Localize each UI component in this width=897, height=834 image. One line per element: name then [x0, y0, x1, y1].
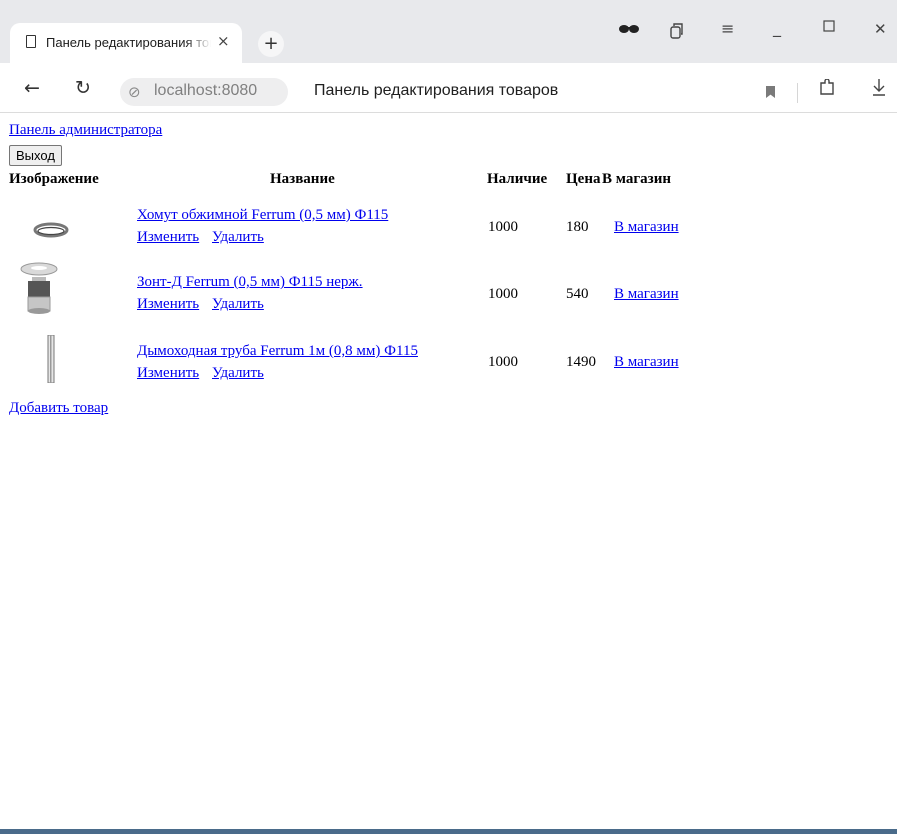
tabs-icon[interactable] — [669, 22, 685, 44]
minimize-icon[interactable]: _ — [773, 18, 781, 37]
product-name-link[interactable]: Дымоходная труба Ferrum 1м (0,8 мм) Ф115 — [137, 343, 418, 360]
admin-panel-link[interactable]: Панель администратора — [9, 122, 162, 139]
stock-value: 1000 — [488, 219, 518, 235]
page-content: Панель администратора Выход Изображение … — [0, 113, 897, 829]
edit-link[interactable]: Изменить — [137, 365, 199, 382]
stock-value: 1000 — [488, 354, 518, 370]
store-link[interactable]: В магазин — [614, 354, 679, 371]
window-bottom-border — [0, 829, 897, 834]
browser-tab[interactable]: Панель редактирования товаров × — [10, 23, 242, 63]
tab-title: Панель редактирования товаров — [46, 35, 211, 50]
column-header-store: В магазин — [602, 171, 671, 187]
delete-link[interactable]: Удалить — [212, 229, 264, 246]
site-info-icon[interactable]: ⊘ — [128, 83, 141, 101]
store-link[interactable]: В магазин — [614, 219, 679, 236]
delete-link[interactable]: Удалить — [212, 365, 264, 382]
reload-icon[interactable]: ↻ — [75, 77, 91, 99]
column-header-image: Изображение — [9, 171, 99, 187]
column-header-price: Цена — [566, 171, 601, 187]
extensions-icon[interactable] — [818, 78, 836, 102]
incognito-glasses-icon[interactable] — [618, 20, 640, 39]
document-icon — [26, 35, 36, 48]
download-icon[interactable] — [872, 78, 886, 101]
edit-link[interactable]: Изменить — [137, 296, 199, 313]
product-image-pipe — [46, 334, 56, 388]
url-field[interactable]: ⊘ localhost:8080 — [120, 78, 288, 106]
address-bar: ← ↻ ⊘ localhost:8080 Панель редактирован… — [0, 63, 897, 113]
product-image-clamp — [33, 221, 69, 244]
price-value: 1490 — [566, 354, 596, 370]
product-image-cap — [20, 261, 58, 324]
edit-link[interactable]: Изменить — [137, 229, 199, 246]
product-name-link[interactable]: Зонт-Д Ferrum (0,5 мм) Ф115 нерж. — [137, 274, 363, 291]
delete-link[interactable]: Удалить — [212, 296, 264, 313]
store-link[interactable]: В магазин — [614, 286, 679, 303]
url-text: localhost:8080 — [154, 82, 258, 99]
close-window-icon[interactable]: ✕ — [874, 20, 887, 38]
browser-tab-strip: Панель редактирования товаров × + ≡ _ ✕ … — [0, 0, 897, 113]
toolbar-divider — [797, 83, 798, 103]
product-name-link[interactable]: Хомут обжимной Ferrum (0,5 мм) Ф115 — [137, 207, 388, 224]
price-value: 180 — [566, 219, 589, 235]
new-tab-button[interactable]: + — [258, 31, 284, 57]
tab-close-button[interactable]: × — [217, 32, 230, 50]
column-header-name: Название — [270, 171, 335, 187]
menu-icon[interactable]: ≡ — [721, 19, 734, 38]
back-icon[interactable]: ← — [24, 77, 40, 99]
maximize-icon[interactable] — [823, 20, 835, 36]
bookmark-icon[interactable] — [766, 86, 775, 98]
column-header-stock: Наличие — [487, 171, 548, 187]
logout-button[interactable]: Выход — [9, 145, 62, 166]
add-product-link[interactable]: Добавить товар — [9, 400, 108, 417]
address-bar-page-title: Панель редактирования товаров — [314, 82, 559, 99]
price-value: 540 — [566, 286, 589, 302]
stock-value: 1000 — [488, 286, 518, 302]
